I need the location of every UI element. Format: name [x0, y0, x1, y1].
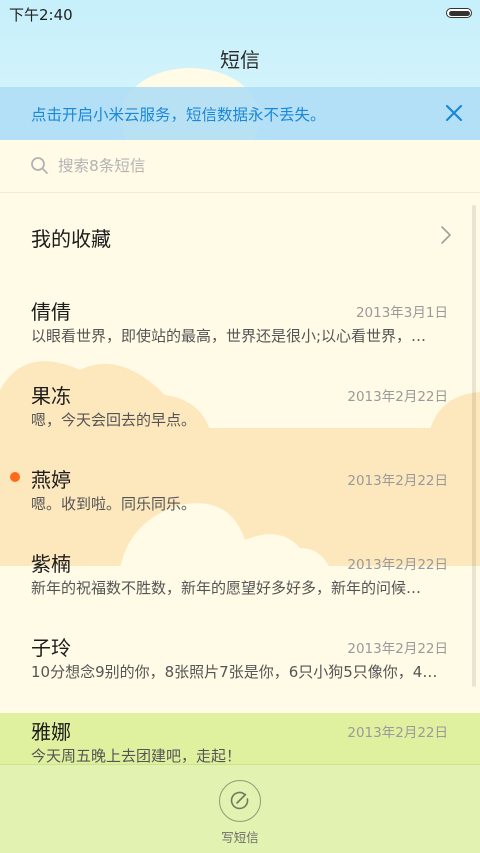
- contact-name: 倩倩: [31, 300, 71, 324]
- contact-name: 子玲: [31, 636, 71, 660]
- favorites-row[interactable]: 我的收藏: [0, 193, 480, 279]
- message-preview: 嗯。收到啦。同乐同乐。: [31, 495, 197, 513]
- compose-icon: [229, 790, 250, 811]
- scrollbar[interactable]: [472, 205, 476, 687]
- message-date: 2013年2月22日: [347, 473, 448, 489]
- cloud-service-banner[interactable]: 点击开启小米云服务，短信数据永不丢失。: [0, 87, 480, 140]
- unread-indicator: [10, 472, 20, 482]
- message-preview: 嗯，今天会回去的早点。: [31, 411, 197, 429]
- search-input[interactable]: [56, 153, 440, 179]
- conversation-item[interactable]: 子玲 2013年2月22日 10分想念9别的你，8张照片7张是你，6只小狗5只像…: [0, 617, 480, 701]
- message-date: 2013年2月22日: [347, 641, 448, 657]
- message-date: 2013年2月22日: [347, 725, 448, 741]
- cloud-banner-text[interactable]: 点击开启小米云服务，短信数据永不丢失。: [31, 103, 326, 125]
- message-preview: 以眼看世界，即使站的最高，世界还是很小;以心看世界，…: [31, 327, 427, 345]
- message-date: 2013年3月1日: [355, 305, 448, 321]
- compose-label: 写短信: [221, 830, 259, 845]
- chevron-right-icon: [440, 225, 452, 245]
- search-bar[interactable]: [0, 140, 480, 192]
- contact-name: 果冻: [31, 384, 71, 408]
- contact-name: 燕婷: [31, 468, 71, 492]
- message-date: 2013年2月22日: [347, 557, 448, 573]
- status-bar: 下午2:40: [0, 0, 480, 26]
- conversation-item[interactable]: 燕婷 2013年2月22日 嗯。收到啦。同乐同乐。: [0, 449, 480, 533]
- page-title: 短信: [220, 48, 260, 72]
- bottom-bar: 写短信: [0, 765, 480, 853]
- conversation-item[interactable]: 果冻 2013年2月22日 嗯，今天会回去的早点。: [0, 365, 480, 449]
- contact-name: 紫楠: [31, 552, 71, 576]
- contact-name: 雅娜: [31, 720, 71, 744]
- battery-fill: [448, 10, 470, 16]
- message-date: 2013年2月22日: [347, 389, 448, 405]
- status-time: 下午2:40: [9, 6, 73, 24]
- favorites-label: 我的收藏: [31, 227, 111, 251]
- search-icon: [30, 156, 50, 176]
- message-preview: 今天周五晚上去团建吧，走起！: [31, 747, 242, 765]
- compose-button[interactable]: [219, 780, 261, 822]
- battery-icon: [446, 8, 472, 18]
- conversation-item[interactable]: 倩倩 2013年3月1日 以眼看世界，即使站的最高，世界还是很小;以心看世界，…: [0, 281, 480, 365]
- message-preview: 新年的祝福数不胜数，新年的愿望好多好多，新年的问候…: [31, 579, 422, 597]
- message-preview: 10分想念9别的你，8张照片7张是你，6只小狗5只像你，4…: [31, 663, 438, 681]
- conversation-item[interactable]: 紫楠 2013年2月22日 新年的祝福数不胜数，新年的愿望好多好多，新年的问候…: [0, 533, 480, 617]
- close-icon[interactable]: [442, 101, 466, 125]
